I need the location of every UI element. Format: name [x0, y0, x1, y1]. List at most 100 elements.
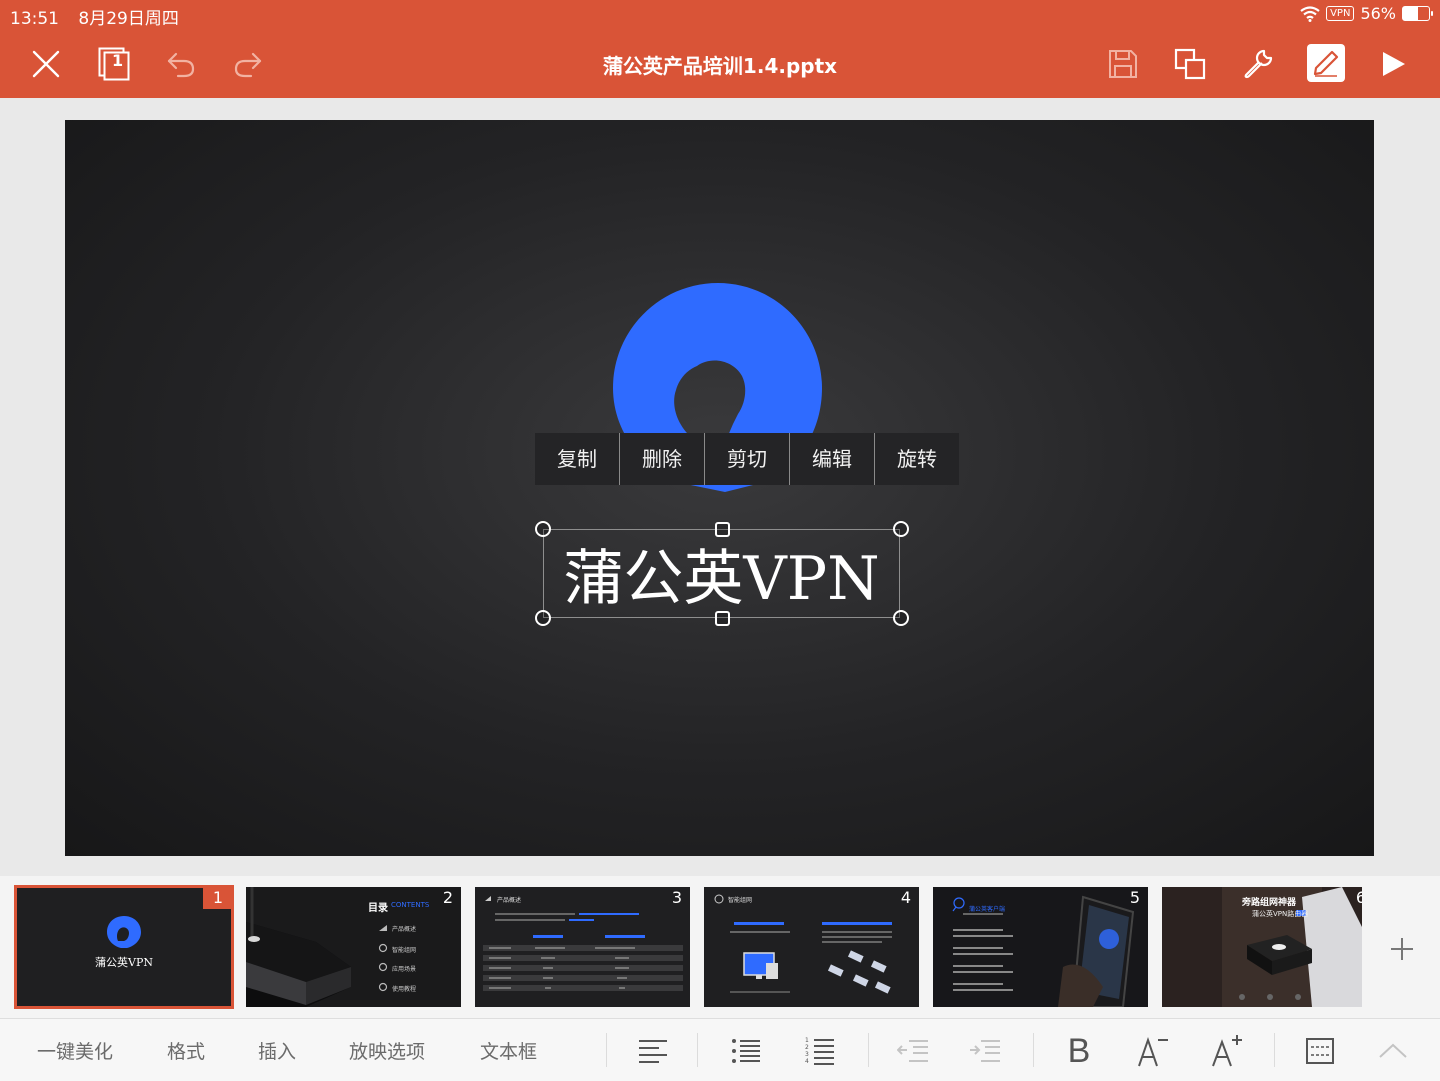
status-time: 13:51 [10, 9, 59, 29]
add-slide-button[interactable] [1372, 919, 1432, 979]
redo-button[interactable] [224, 40, 272, 88]
outdent-button[interactable] [891, 1029, 935, 1073]
save-icon [1109, 50, 1137, 78]
undo-button[interactable] [157, 40, 205, 88]
tab-format[interactable]: 格式 [167, 1037, 205, 1064]
thumbnail-toc-item: 应用场景 [392, 966, 417, 973]
numbered-list-button[interactable]: 1234 [798, 1029, 842, 1073]
context-edit-button[interactable]: 编辑 [790, 433, 875, 485]
thumbnail-slide-5[interactable]: 蒲公英客户端 5 [933, 887, 1148, 1007]
resize-handle-top-right[interactable] [893, 521, 909, 537]
thumbnail-slide-4[interactable]: 智能组网 4 [704, 887, 919, 1007]
tab-textbox[interactable]: 文本框 [480, 1037, 537, 1064]
thumbnail-caption: 蒲公英VPN [95, 956, 153, 969]
tab-slideshow-options[interactable]: 放映选项 [349, 1037, 425, 1064]
phone-preview-icon [952, 895, 1135, 1007]
outdent-icon [897, 1040, 928, 1062]
indent-button[interactable] [963, 1029, 1007, 1073]
slides-button[interactable]: 1 [90, 40, 138, 88]
vpn-badge: VPN [1326, 6, 1355, 21]
play-icon [1383, 52, 1405, 76]
svg-text:4: 4 [805, 1058, 809, 1065]
thumbnail-slide-2[interactable]: 目录 CONTENTS 产品概述 智能组网 应用场景 使用教程 2 [246, 887, 461, 1007]
context-cut-button[interactable]: 剪切 [705, 433, 790, 485]
thumbnail-toc-item: 智能组网 [392, 947, 417, 954]
toolbar-divider [1274, 1033, 1275, 1067]
increase-font-button[interactable] [1205, 1029, 1249, 1073]
thumbnail-logo-icon [107, 916, 141, 948]
copy-button[interactable] [1166, 40, 1214, 88]
battery-icon [1402, 6, 1433, 21]
toc-bullets-icon [378, 925, 388, 992]
align-left-button[interactable] [631, 1029, 675, 1073]
textbox-settings-icon [1306, 1038, 1334, 1064]
document-title: 蒲公英产品培训1.4.pptx [602, 54, 838, 78]
context-delete-button[interactable]: 删除 [620, 433, 705, 485]
thumbnail-heading: 旁路组网神器 [1242, 898, 1297, 908]
format-toolbar: 一键美化 格式 插入 放映选项 文本框 1234 B [0, 1018, 1440, 1081]
svg-text:2: 2 [805, 1044, 809, 1051]
save-button[interactable] [1099, 40, 1147, 88]
status-date: 8月29日周四 [78, 9, 179, 29]
status-bar-left: 13:51 8月29日周四 [10, 4, 193, 29]
increase-font-icon [1212, 1035, 1242, 1067]
svg-text:1: 1 [805, 1037, 809, 1044]
wifi-icon [1300, 5, 1320, 22]
resize-handle-top-left[interactable] [535, 521, 551, 537]
wrench-icon [1244, 49, 1273, 79]
edit-mode-button[interactable] [1307, 44, 1345, 82]
thumbnail-number: 6 [1355, 888, 1362, 907]
toolbar-divider [697, 1033, 698, 1067]
thumbnail-toc-item: 使用教程 [392, 986, 417, 993]
resize-handle-top[interactable] [715, 522, 730, 537]
battery-fill [1403, 7, 1418, 20]
thumbnail-subheading: 蒲公英VPN路由器 [1252, 910, 1309, 918]
tools-button[interactable] [1234, 40, 1282, 88]
tab-insert[interactable]: 插入 [258, 1037, 296, 1064]
bullet-list-button[interactable] [724, 1029, 768, 1073]
textbox-text[interactable]: 蒲公英VPN [544, 530, 899, 617]
slide-canvas[interactable]: 复制 删除 剪切 编辑 旋转 蒲公英VPN [65, 120, 1374, 856]
collapse-icon [1379, 1043, 1407, 1058]
toolbar-divider [868, 1033, 869, 1067]
redo-icon [234, 52, 262, 78]
dandelion-logo-icon [613, 283, 822, 492]
undo-icon [167, 52, 195, 78]
decrease-font-icon [1138, 1036, 1168, 1067]
textbox-settings-button[interactable] [1298, 1029, 1342, 1073]
slides-icon-number: 1 [112, 51, 124, 70]
close-icon [32, 50, 60, 78]
thumbnail-slide-1[interactable]: 蒲公英VPN 1 [14, 885, 234, 1009]
context-rotate-button[interactable]: 旋转 [875, 433, 959, 485]
thumbnail-number: 3 [671, 888, 682, 907]
thumbnail-number: 5 [1129, 888, 1140, 907]
close-button[interactable] [22, 40, 70, 88]
indent-icon [970, 1040, 1000, 1062]
thumbnail-number: 4 [900, 888, 911, 907]
router-image-icon [246, 887, 351, 1007]
resize-handle-bottom[interactable] [715, 611, 730, 626]
svg-text:3: 3 [805, 1051, 809, 1058]
collapse-toolbar-button[interactable] [1371, 1029, 1415, 1073]
bold-icon: B [1067, 1031, 1091, 1070]
play-button[interactable] [1370, 40, 1418, 88]
thumbnail-slide-6[interactable]: 旁路组网神器 蒲公英VPN路由器 6 [1162, 887, 1362, 1007]
toolbar-divider [606, 1033, 607, 1067]
bold-button[interactable]: B [1057, 1029, 1101, 1073]
status-bar-right: VPN 56% [1300, 4, 1433, 23]
bullet-list-icon [732, 1039, 760, 1063]
thumbnail-subheading: CONTENTS [391, 901, 430, 909]
thumbnail-heading: 目录 [368, 903, 388, 914]
resize-handle-bottom-right[interactable] [893, 610, 909, 626]
resize-handle-bottom-left[interactable] [535, 610, 551, 626]
copy-icon [1174, 48, 1206, 80]
network-preview-icon [714, 894, 892, 994]
battery-percent: 56% [1360, 4, 1396, 23]
decrease-font-button[interactable] [1131, 1029, 1175, 1073]
thumbnail-number: 2 [442, 888, 453, 907]
thumbnail-number: 1 [202, 888, 231, 909]
thumbnail-slide-3[interactable]: 产品概述 3 [475, 887, 690, 1007]
context-copy-button[interactable]: 复制 [535, 433, 620, 485]
tab-beautify[interactable]: 一键美化 [37, 1037, 113, 1064]
selected-textbox[interactable]: 蒲公英VPN [535, 521, 909, 626]
